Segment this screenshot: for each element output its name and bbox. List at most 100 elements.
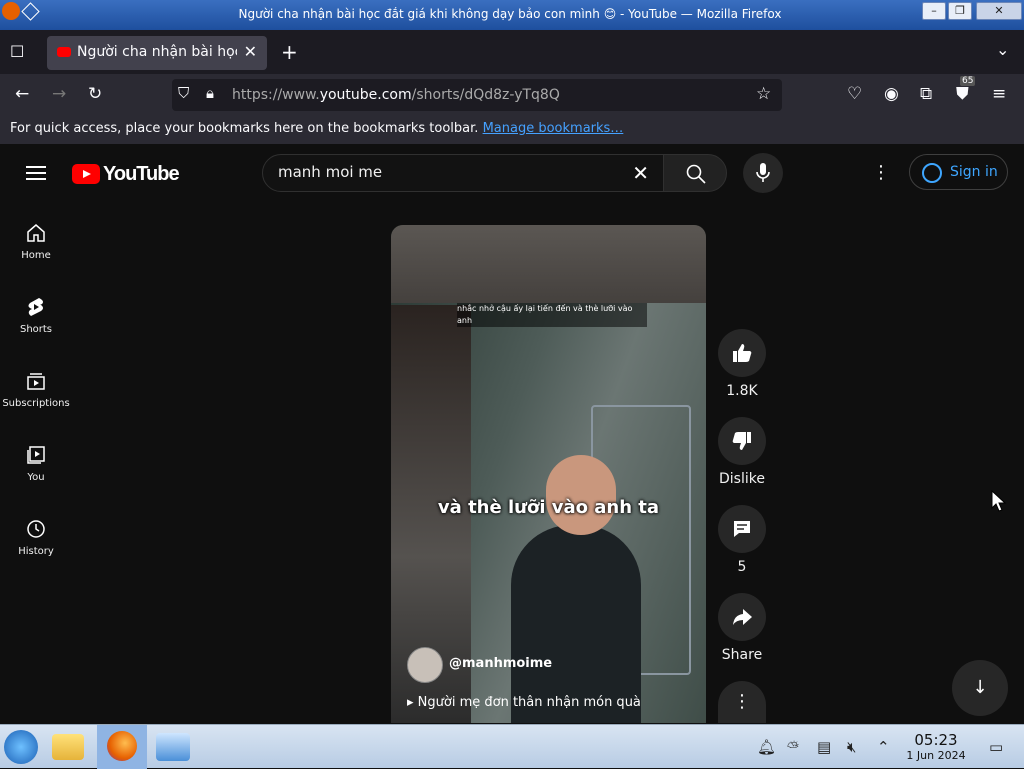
forward-button[interactable]: → xyxy=(52,84,66,104)
app-menu-icon[interactable]: ≡ xyxy=(992,84,1006,104)
like-action[interactable]: 1.8K xyxy=(718,329,766,399)
sign-in-button[interactable]: Sign in xyxy=(909,154,1008,190)
sidebar-item-history[interactable]: History xyxy=(0,518,72,557)
url-text[interactable]: https://www.youtube.com/shorts/dQd8z-yTq… xyxy=(232,87,560,103)
maximize-button[interactable]: ❐ xyxy=(948,2,972,20)
tab-youtube-short[interactable]: Người cha nhận bài học ✕ xyxy=(47,36,267,70)
address-bar[interactable]: ⛉ 🔒︎ https://www.youtube.com/shorts/dQd8… xyxy=(172,79,782,111)
short-title[interactable]: ▸ Người mẹ đơn thân nhận món quà xyxy=(407,695,641,710)
voice-search-button[interactable] xyxy=(743,153,783,193)
tracking-protection-icon[interactable]: ⛉ xyxy=(178,84,189,102)
taskbar: 🔔︎ ⛅︎ ▤ 🔇︎ ⌃ 05:23 1 Jun 2024 ▭ xyxy=(0,724,1024,769)
sidebar-item-label: History xyxy=(18,546,54,557)
clock-time: 05:23 xyxy=(914,731,958,749)
comments-action[interactable]: 5 xyxy=(718,505,766,575)
next-short-button[interactable]: ↓ xyxy=(952,660,1008,716)
you-icon xyxy=(27,446,45,464)
share-action[interactable]: Share xyxy=(718,593,766,663)
short-title-text: Người mẹ đơn thân nhận món quà xyxy=(417,695,641,710)
account-icon[interactable]: ◉ xyxy=(884,84,899,104)
back-button[interactable]: ← xyxy=(15,84,29,104)
dislike-button[interactable] xyxy=(718,417,766,465)
guide-menu-icon[interactable] xyxy=(26,166,46,180)
arrow-down-icon: ↓ xyxy=(972,677,988,698)
home-icon xyxy=(27,224,45,242)
video-person-child xyxy=(511,525,641,723)
thumbs-down-icon xyxy=(732,432,751,450)
pocket-icon[interactable]: ♡ xyxy=(847,84,862,104)
more-actions[interactable]: ⋮ xyxy=(718,681,766,729)
clear-search-icon[interactable]: ✕ xyxy=(632,161,649,185)
dislike-action[interactable]: Dislike xyxy=(718,417,766,487)
clipboard-icon[interactable]: ▤ xyxy=(817,738,831,756)
tab-list-icon[interactable]: ☐ xyxy=(10,42,24,61)
share-label: Share xyxy=(721,647,763,663)
taskbar-firefox-button[interactable] xyxy=(97,725,147,769)
sidebar-item-label: You xyxy=(27,472,45,483)
subscriptions-icon xyxy=(27,373,45,390)
minimize-button[interactable]: – xyxy=(922,2,946,20)
history-icon xyxy=(27,520,45,538)
window-title: Người cha nhận bài học đắt giá khi không… xyxy=(238,7,782,21)
reload-button[interactable]: ↻ xyxy=(88,84,102,104)
youtube-favicon-icon xyxy=(57,47,71,57)
youtube-logo-text: YouTube xyxy=(103,163,180,185)
new-tab-button[interactable]: + xyxy=(281,40,298,64)
list-all-tabs-icon[interactable]: ⌄ xyxy=(996,40,1009,59)
start-menu-button[interactable] xyxy=(4,730,38,764)
shorts-video-player[interactable]: nhắc nhở cậu ấy lại tiến đến và thè lưỡi… xyxy=(391,225,706,723)
sidebar-item-you[interactable]: You xyxy=(0,444,72,483)
sidebar-item-label: Home xyxy=(21,250,51,261)
remote-desktop-icon[interactable] xyxy=(156,733,190,761)
sidebar-item-shorts[interactable]: Shorts xyxy=(0,296,72,335)
youtube-header: YouTube ✕ ⋮ Sign in xyxy=(0,144,1024,202)
like-count: 1.8K xyxy=(726,383,758,399)
microphone-icon xyxy=(756,163,770,182)
channel-name[interactable]: @manhmoime xyxy=(449,656,552,671)
settings-menu-icon[interactable]: ⋮ xyxy=(872,162,890,183)
sign-in-label: Sign in xyxy=(950,164,998,180)
navigation-bar: ← → ↻ ⛉ 🔒︎ https://www.youtube.com/short… xyxy=(0,74,1024,116)
search-input[interactable] xyxy=(278,163,618,181)
video-child-head xyxy=(546,455,616,535)
bookmarks-message: For quick access, place your bookmarks h… xyxy=(10,121,479,136)
sidebar-item-label: Shorts xyxy=(19,324,53,335)
ublock-extension-icon[interactable]: ⛊ 65 xyxy=(956,76,976,104)
thumbs-up-icon xyxy=(733,344,752,362)
sidebar-item-label: Subscriptions xyxy=(2,398,70,409)
share-button[interactable] xyxy=(718,593,766,641)
lock-icon[interactable]: 🔒︎ xyxy=(206,84,214,102)
tray-expand-icon[interactable]: ⌃ xyxy=(877,738,890,756)
video-caption: và thè lưỡi vào anh ta xyxy=(437,497,660,518)
account-circle-icon xyxy=(922,163,942,183)
window-titlebar: Người cha nhận bài học đắt giá khi không… xyxy=(0,0,1024,30)
video-frame-top xyxy=(391,225,706,305)
manage-bookmarks-link[interactable]: Manage bookmarks… xyxy=(483,121,624,136)
dislike-label: Dislike xyxy=(719,471,765,487)
comments-button[interactable] xyxy=(718,505,766,553)
sidebar-item-home[interactable]: Home xyxy=(0,222,72,261)
like-button[interactable] xyxy=(718,329,766,377)
firefox-icon xyxy=(2,2,20,20)
search-button[interactable] xyxy=(663,154,727,192)
extensions-icon[interactable]: ⧉ xyxy=(920,84,932,104)
channel-avatar[interactable] xyxy=(407,647,443,683)
window-menu-icon[interactable] xyxy=(21,2,40,21)
volume-muted-icon[interactable]: 🔇︎ xyxy=(847,738,856,756)
sidebar-item-subscriptions[interactable]: Subscriptions xyxy=(0,370,72,409)
bookmark-star-icon[interactable]: ☆ xyxy=(756,84,771,104)
firefox-icon xyxy=(107,731,137,761)
comment-count: 5 xyxy=(737,559,747,575)
search-box: ✕ xyxy=(262,154,664,192)
extension-badge: 65 xyxy=(960,76,976,86)
more-actions-button[interactable]: ⋮ xyxy=(718,681,766,723)
notifications-icon[interactable]: 🔔︎ xyxy=(757,738,776,756)
video-small-subtitle: nhắc nhở cậu ấy lại tiến đến và thè lưỡi… xyxy=(457,303,647,327)
file-manager-icon[interactable] xyxy=(52,734,84,760)
close-window-button[interactable]: ✕ xyxy=(976,2,1022,20)
share-icon xyxy=(733,609,752,625)
clock[interactable]: 05:23 1 Jun 2024 xyxy=(898,731,974,762)
close-tab-icon[interactable]: ✕ xyxy=(244,42,257,61)
network-icon[interactable]: ⛅︎ xyxy=(787,738,799,756)
show-desktop-button[interactable]: ▭ xyxy=(989,738,1003,756)
